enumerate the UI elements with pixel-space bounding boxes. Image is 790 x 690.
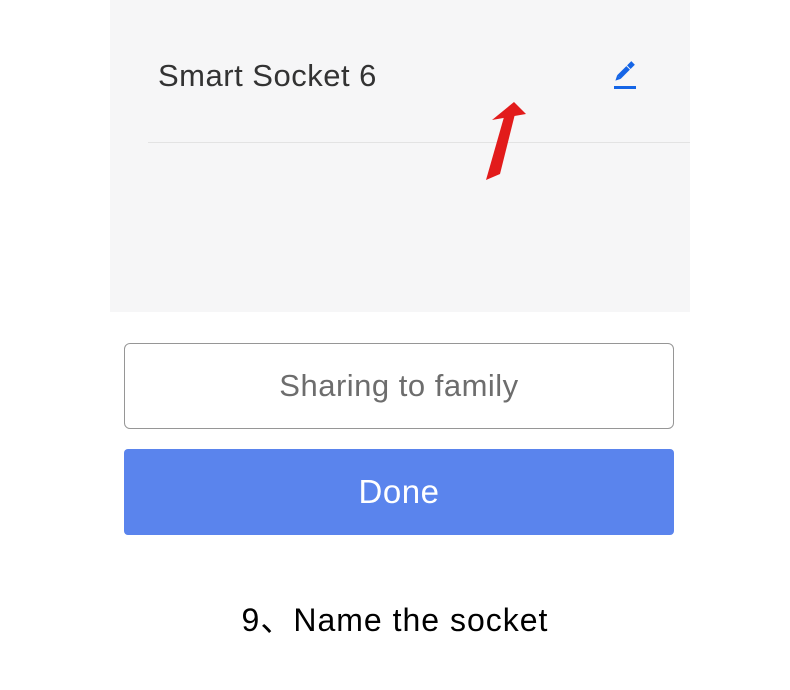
device-name-label: Smart Socket 6 [158, 58, 377, 94]
caption-text: 9、Name the socket [242, 602, 549, 638]
sharing-to-family-button[interactable]: Sharing to family [124, 343, 674, 429]
device-panel: Smart Socket 6 [110, 0, 690, 312]
share-button-label: Sharing to family [279, 368, 518, 404]
device-name-row: Smart Socket 6 [158, 52, 642, 100]
edit-name-button[interactable] [606, 58, 642, 94]
edit-pencil-icon [607, 59, 641, 93]
done-button[interactable]: Done [124, 449, 674, 535]
divider-line [148, 142, 690, 143]
done-button-label: Done [359, 473, 440, 511]
step-caption: 9、Name the socket [0, 595, 790, 641]
arrow-annotation-icon [466, 100, 528, 182]
